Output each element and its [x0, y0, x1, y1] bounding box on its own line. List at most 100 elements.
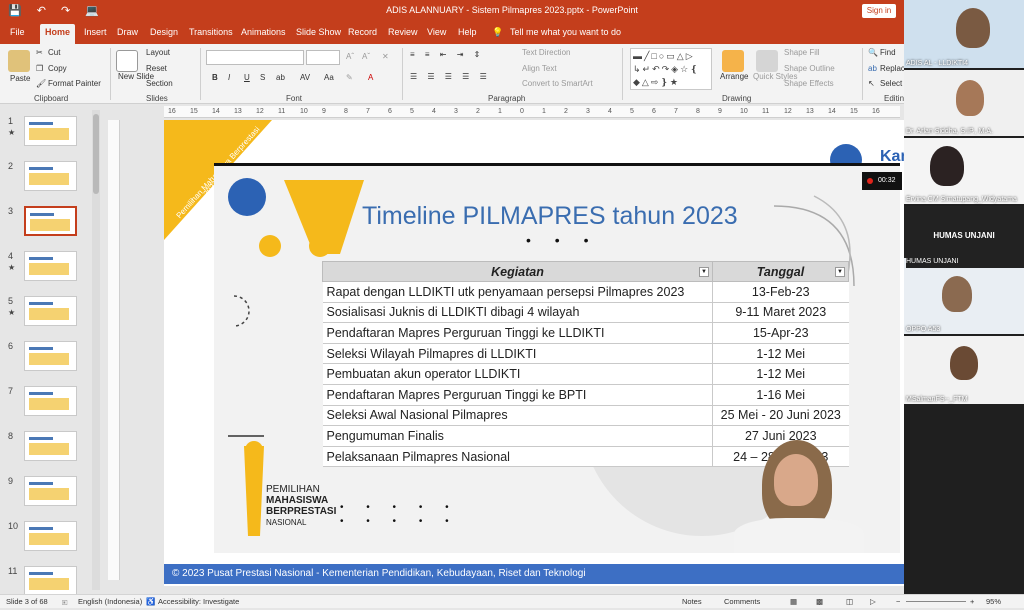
slide-thumbnail[interactable]: [24, 161, 77, 191]
font-size-combo[interactable]: [306, 50, 340, 65]
shadow-button[interactable]: ab: [276, 73, 285, 82]
filter-dropdown-icon[interactable]: ▼: [699, 267, 709, 277]
slide-thumbnail[interactable]: [24, 296, 77, 326]
paste-icon[interactable]: [8, 50, 30, 72]
decrease-font-icon[interactable]: Aˇ: [362, 52, 370, 61]
paste-button[interactable]: Paste: [10, 74, 30, 83]
shapes-gallery[interactable]: ▬╱□○▭△▷ ↳↵↶↷◈☆❴ ◆△⇨❵★: [630, 48, 712, 90]
language-indicator[interactable]: English (Indonesia): [78, 597, 142, 606]
slide-thumbnail[interactable]: [24, 116, 77, 146]
tab-record[interactable]: Record: [348, 27, 377, 37]
thumbnail-scrollbar[interactable]: [92, 110, 100, 590]
column-header-tanggal: Tanggal ▼: [712, 261, 849, 282]
zoom-level[interactable]: 95%: [986, 597, 1001, 606]
quick-styles-icon[interactable]: [756, 50, 778, 72]
reading-view-icon[interactable]: ◫: [846, 597, 853, 606]
font-color-button[interactable]: A: [368, 73, 373, 82]
align-buttons[interactable]: ☰ ☰ ☰ ☰ ☰: [410, 72, 491, 81]
slide-thumbnail[interactable]: [24, 566, 77, 596]
date-cell: 13-Feb-23: [712, 281, 849, 303]
tab-design[interactable]: Design: [150, 27, 178, 37]
slide-thumbnail[interactable]: [24, 431, 77, 461]
bold-button[interactable]: B: [212, 73, 218, 82]
align-text-button[interactable]: Align Text: [522, 64, 557, 73]
sign-in-button[interactable]: Sign in: [862, 4, 896, 18]
tab-file[interactable]: File: [10, 27, 25, 37]
copy-button[interactable]: Copy: [48, 64, 67, 73]
tab-help[interactable]: Help: [458, 27, 477, 37]
italic-button[interactable]: I: [228, 73, 230, 82]
accessibility-status[interactable]: Accessibility: Investigate: [158, 597, 239, 606]
layout-button[interactable]: Layout: [146, 48, 170, 57]
clear-format-icon[interactable]: ✕: [382, 52, 389, 61]
tab-slide-show[interactable]: Slide Show: [296, 27, 341, 37]
select-icon[interactable]: ↖: [868, 79, 875, 88]
format-painter-button[interactable]: Format Painter: [48, 79, 101, 88]
scrollbar-thumb[interactable]: [93, 114, 99, 194]
participant-tile[interactable]: MSalmanFS--_FTM: [904, 336, 1024, 404]
slide-thumbnail[interactable]: [24, 521, 77, 551]
slide-thumbnail[interactable]: [24, 206, 77, 236]
font-name-combo[interactable]: [206, 50, 304, 65]
list-buttons[interactable]: ≡ ≡ ⇤ ⇥ ⇕: [410, 50, 484, 59]
find-icon[interactable]: 🔍: [868, 48, 878, 57]
char-spacing-button[interactable]: AV: [300, 73, 310, 82]
slide-thumbnail[interactable]: [24, 341, 77, 371]
arrange-icon[interactable]: [722, 50, 744, 72]
tab-draw[interactable]: Draw: [117, 27, 138, 37]
tab-home[interactable]: Home: [40, 24, 76, 44]
increase-font-icon[interactable]: Aˆ: [346, 52, 354, 61]
copy-icon[interactable]: ❐: [36, 64, 43, 73]
slideshow-icon[interactable]: ▷: [870, 597, 876, 606]
underline-button[interactable]: U: [244, 73, 250, 82]
accessibility-icon[interactable]: ♿: [146, 597, 155, 606]
recording-time: 00:32: [878, 177, 896, 184]
select-button[interactable]: Select: [880, 79, 902, 88]
participant-tile[interactable]: Dr. Arlan Siddha, S.IP., M.A.: [904, 70, 1024, 136]
replace-icon[interactable]: ab: [868, 64, 877, 73]
participant-tile[interactable]: HUMAS UNJANI OPPO A53: [904, 258, 1024, 334]
tab-animations[interactable]: Animations: [241, 27, 286, 37]
find-button[interactable]: Find: [880, 48, 896, 57]
slide-thumbnail[interactable]: [24, 251, 77, 281]
section-button[interactable]: Section: [146, 79, 173, 88]
zoom-slider[interactable]: [906, 601, 966, 602]
participant-tile[interactable]: ADIS AL - LLDIKTI4: [904, 0, 1024, 68]
thumbnail-number: 2: [8, 161, 14, 171]
reset-button[interactable]: Reset: [146, 64, 167, 73]
new-slide-icon[interactable]: [116, 50, 138, 72]
tab-view[interactable]: View: [427, 27, 446, 37]
zoom-out-icon[interactable]: −: [896, 597, 900, 606]
shape-fill-button[interactable]: Shape Fill: [784, 48, 820, 57]
tell-me-search[interactable]: Tell me what you want to do: [510, 27, 621, 37]
shape-outline-button[interactable]: Shape Outline: [784, 64, 835, 73]
cut-button[interactable]: Cut: [48, 48, 60, 57]
participant-tile[interactable]: Ervina CM Simatupang_Widyatama: [904, 138, 1024, 204]
replace-button[interactable]: Replac: [880, 64, 905, 73]
normal-view-icon[interactable]: ▦: [790, 597, 797, 606]
highlight-icon[interactable]: ✎: [346, 73, 353, 82]
tut-wuri-logo-icon: [228, 178, 266, 216]
convert-smartart-button[interactable]: Convert to SmartArt: [522, 79, 593, 88]
table-row: Pendaftaran Mapres Perguruan Tinggi ke B…: [322, 384, 849, 406]
strikethrough-button[interactable]: S: [260, 73, 265, 82]
format-painter-icon[interactable]: 🖌: [36, 79, 46, 88]
activity-cell: Pengumuman Finalis: [322, 425, 713, 447]
tab-review[interactable]: Review: [388, 27, 418, 37]
filter-dropdown-icon[interactable]: ▼: [835, 267, 845, 277]
slide-thumbnail[interactable]: [24, 476, 77, 506]
change-case-button[interactable]: Aa: [324, 73, 334, 82]
tab-insert[interactable]: Insert: [84, 27, 107, 37]
text-direction-button[interactable]: Text Direction: [522, 48, 570, 57]
zoom-in-icon[interactable]: +: [970, 597, 974, 606]
participant-tile[interactable]: HUMAS UNJANI: [904, 206, 1024, 266]
arrange-button[interactable]: Arrange: [720, 72, 748, 81]
slide-thumbnail[interactable]: [24, 386, 77, 416]
comments-button[interactable]: Comments: [724, 597, 760, 606]
slide-sorter-icon[interactable]: ▩: [816, 597, 823, 606]
spellcheck-icon[interactable]: 🗉: [62, 597, 67, 610]
tab-transitions[interactable]: Transitions: [189, 27, 233, 37]
notes-button[interactable]: Notes: [682, 597, 702, 606]
shape-effects-button[interactable]: Shape Effects: [784, 79, 834, 88]
cut-icon[interactable]: ✂: [36, 48, 43, 57]
